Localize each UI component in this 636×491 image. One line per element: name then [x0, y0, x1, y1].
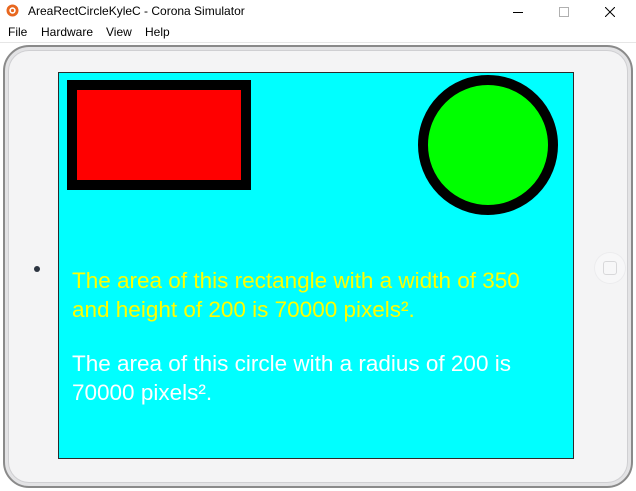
maximize-icon [559, 6, 569, 17]
maximize-button[interactable] [541, 0, 587, 23]
close-button[interactable] [587, 0, 633, 23]
green-circle [418, 75, 558, 215]
home-button[interactable] [595, 253, 625, 283]
title-bar: AreaRectCircleKyleC - Corona Simulator [0, 0, 636, 23]
camera-icon [34, 266, 40, 272]
menu-help[interactable]: Help [145, 25, 170, 39]
menu-bar: File Hardware View Help [0, 23, 636, 43]
minimize-icon [513, 11, 523, 13]
menu-view[interactable]: View [106, 25, 132, 39]
window-title: AreaRectCircleKyleC - Corona Simulator [28, 4, 245, 18]
home-square-icon [603, 261, 617, 275]
menu-hardware[interactable]: Hardware [41, 25, 93, 39]
red-rectangle [67, 80, 251, 190]
circle-area-text: The area of this circle with a radius of… [72, 351, 511, 405]
minimize-button[interactable] [495, 0, 541, 23]
corona-logo-icon [6, 4, 19, 17]
rectangle-area-text: The area of this rectangle with a width … [72, 268, 520, 322]
device-screen[interactable]: The area of this rectangle with a width … [58, 72, 574, 459]
menu-file[interactable]: File [8, 25, 27, 39]
close-icon [605, 6, 615, 17]
